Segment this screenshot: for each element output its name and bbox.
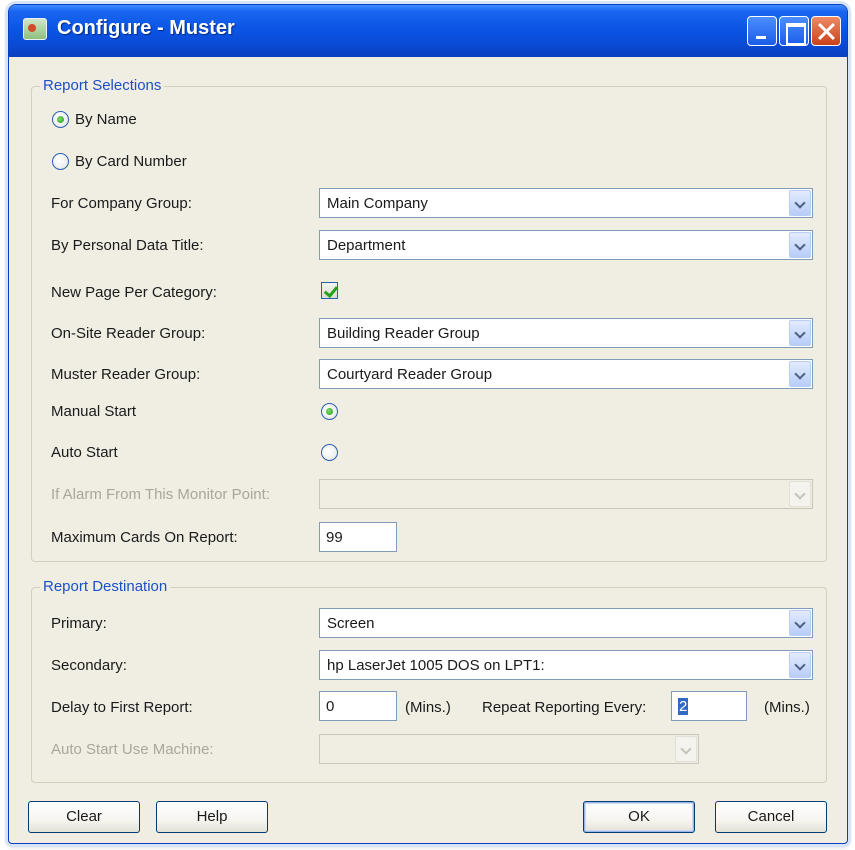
max-cards-input[interactable]: 99 bbox=[319, 522, 397, 552]
auto-start-label: Auto Start bbox=[51, 444, 118, 461]
max-cards-value: 99 bbox=[326, 529, 343, 546]
report-destination-title: Report Destination bbox=[40, 578, 171, 595]
secondary-select[interactable]: hp LaserJet 1005 DOS on LPT1: bbox=[319, 650, 813, 680]
repeat-value: 2 bbox=[678, 698, 689, 715]
app-icon bbox=[23, 18, 47, 40]
personal-data-title-value: Department bbox=[327, 237, 406, 254]
configure-muster-window: Configure - Muster Report Selections By … bbox=[8, 4, 848, 844]
company-group-value: Main Company bbox=[327, 195, 428, 212]
chevron-down-icon[interactable] bbox=[789, 320, 811, 346]
primary-label: Primary: bbox=[51, 615, 107, 632]
chevron-down-icon[interactable] bbox=[789, 190, 811, 216]
onsite-reader-label: On-Site Reader Group: bbox=[51, 325, 206, 342]
onsite-reader-value: Building Reader Group bbox=[327, 325, 480, 342]
chevron-down-icon[interactable] bbox=[789, 652, 811, 678]
cancel-button[interactable]: Cancel bbox=[715, 801, 827, 833]
by-card-number-radio[interactable] bbox=[52, 153, 69, 170]
by-name-radio[interactable] bbox=[52, 111, 69, 128]
new-page-label: New Page Per Category: bbox=[51, 284, 217, 301]
report-selections-title: Report Selections bbox=[40, 77, 165, 94]
muster-reader-label: Muster Reader Group: bbox=[51, 366, 201, 383]
repeat-unit: (Mins.) bbox=[764, 699, 810, 716]
muster-reader-value: Courtyard Reader Group bbox=[327, 366, 493, 383]
maximize-button[interactable] bbox=[779, 16, 809, 46]
alarm-monitor-select bbox=[319, 479, 813, 509]
title-bar[interactable]: Configure - Muster bbox=[9, 5, 847, 57]
secondary-value: hp LaserJet 1005 DOS on LPT1: bbox=[327, 657, 545, 674]
close-button[interactable] bbox=[811, 16, 841, 46]
primary-select[interactable]: Screen bbox=[319, 608, 813, 638]
by-name-label[interactable]: By Name bbox=[75, 111, 137, 128]
company-group-label: For Company Group: bbox=[51, 195, 192, 212]
delay-input[interactable]: 0 bbox=[319, 691, 397, 721]
clear-button[interactable]: Clear bbox=[28, 801, 140, 833]
primary-value: Screen bbox=[327, 615, 375, 632]
delay-label: Delay to First Report: bbox=[51, 699, 193, 716]
personal-data-title-label: By Personal Data Title: bbox=[51, 237, 204, 254]
onsite-reader-select[interactable]: Building Reader Group bbox=[319, 318, 813, 348]
max-cards-label: Maximum Cards On Report: bbox=[51, 529, 238, 546]
delay-unit: (Mins.) bbox=[405, 699, 451, 716]
minimize-button[interactable] bbox=[747, 16, 777, 46]
chevron-down-icon bbox=[675, 736, 697, 762]
chevron-down-icon bbox=[789, 481, 811, 507]
secondary-label: Secondary: bbox=[51, 657, 127, 674]
chevron-down-icon[interactable] bbox=[789, 232, 811, 258]
new-page-checkbox[interactable] bbox=[321, 282, 338, 299]
ok-button[interactable]: OK bbox=[583, 801, 695, 833]
muster-reader-select[interactable]: Courtyard Reader Group bbox=[319, 359, 813, 389]
manual-start-radio[interactable] bbox=[321, 403, 338, 420]
chevron-down-icon[interactable] bbox=[789, 361, 811, 387]
personal-data-title-select[interactable]: Department bbox=[319, 230, 813, 260]
by-card-number-label[interactable]: By Card Number bbox=[75, 153, 187, 170]
window-title: Configure - Muster bbox=[57, 17, 235, 39]
auto-start-machine-select bbox=[319, 734, 699, 764]
repeat-input[interactable]: 2 bbox=[671, 691, 747, 721]
help-button[interactable]: Help bbox=[156, 801, 268, 833]
auto-start-radio[interactable] bbox=[321, 444, 338, 461]
repeat-label: Repeat Reporting Every: bbox=[482, 699, 647, 716]
delay-value: 0 bbox=[326, 698, 335, 715]
manual-start-label: Manual Start bbox=[51, 403, 137, 420]
auto-start-machine-label: Auto Start Use Machine: bbox=[51, 741, 214, 758]
chevron-down-icon[interactable] bbox=[789, 610, 811, 636]
company-group-select[interactable]: Main Company bbox=[319, 188, 813, 218]
alarm-monitor-label: If Alarm From This Monitor Point: bbox=[51, 486, 270, 503]
